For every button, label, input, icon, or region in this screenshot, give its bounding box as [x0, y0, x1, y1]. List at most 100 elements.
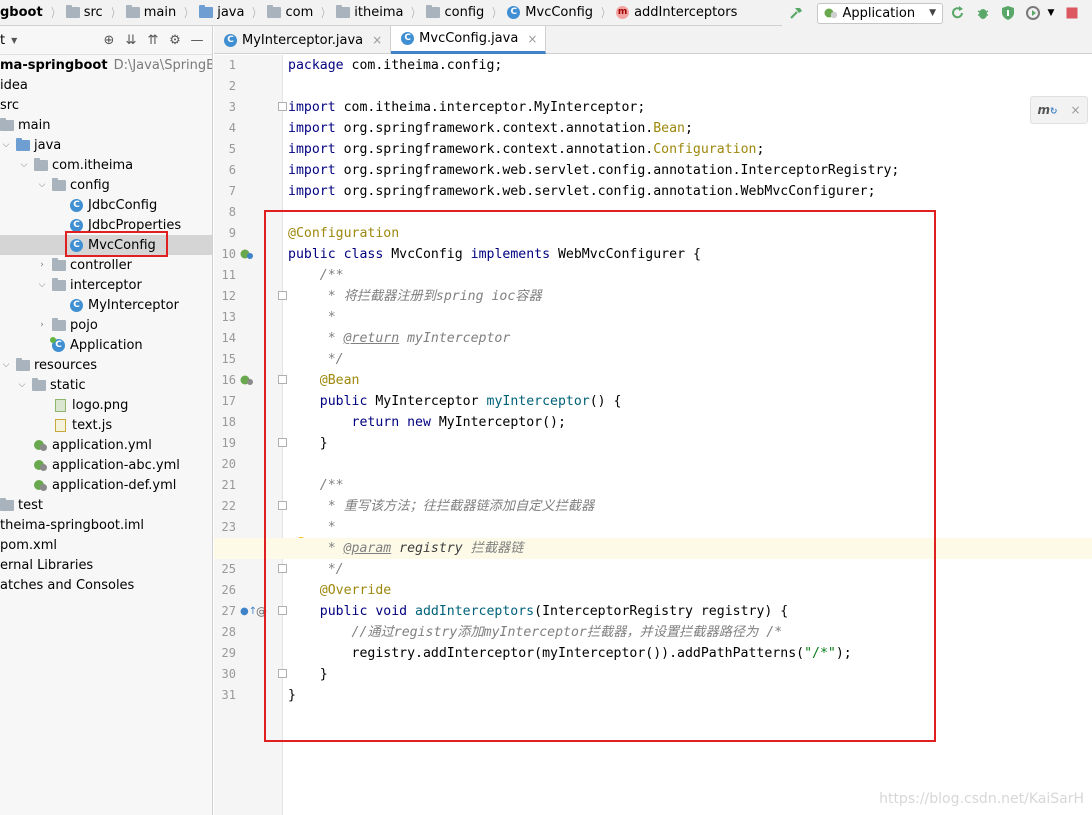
fold-marker-icon[interactable]: [278, 564, 287, 573]
project-panel-title[interactable]: t: [0, 33, 5, 48]
tree-item-interceptor[interactable]: ⌵ interceptor: [0, 275, 212, 295]
close-icon[interactable]: ×: [372, 33, 382, 47]
tree-item-test[interactable]: test: [0, 495, 212, 515]
tree-item-mvcconfig[interactable]: C MvcConfig: [0, 235, 212, 255]
close-icon[interactable]: ×: [1070, 103, 1080, 117]
tree-item-iml[interactable]: theima-springboot.iml: [0, 515, 212, 535]
tree-item-idea[interactable]: idea: [0, 75, 212, 95]
tree-item-application-def-yml[interactable]: application-def.yml: [0, 475, 212, 495]
tree-item-jdbcproperties[interactable]: C JdbcProperties: [0, 215, 212, 235]
profiler-icon[interactable]: [1023, 3, 1043, 23]
breadcrumb-src[interactable]: src: [65, 5, 103, 20]
tree-item-application[interactable]: C Application: [0, 335, 212, 355]
chevron-down-icon[interactable]: ▼: [11, 36, 17, 45]
maven-reload-icon[interactable]: m↻: [1037, 103, 1057, 117]
tree-item-text-js[interactable]: text.js: [0, 415, 212, 435]
code-text: ;: [685, 121, 693, 136]
close-icon[interactable]: ×: [527, 32, 537, 46]
fold-marker-icon[interactable]: [278, 438, 287, 447]
override-method-icon[interactable]: ●↑: [240, 601, 257, 622]
chevron-right-icon[interactable]: ›: [36, 320, 48, 330]
tree-item-myinterceptor[interactable]: C MyInterceptor: [0, 295, 212, 315]
breadcrumb-main[interactable]: main: [125, 5, 176, 20]
fold-marker-icon[interactable]: [278, 375, 287, 384]
chevron-down-icon[interactable]: ⌵: [16, 380, 28, 390]
tree-item-static[interactable]: ⌵ static: [0, 375, 212, 395]
coverage-shield-icon[interactable]: [998, 3, 1018, 23]
chevron-down-icon[interactable]: ⌵: [36, 180, 48, 190]
hide-panel-icon[interactable]: —: [186, 33, 208, 48]
folder-icon: [125, 5, 140, 18]
code-text: com.itheima.config;: [343, 58, 503, 73]
chevron-down-icon[interactable]: ⌵: [0, 140, 12, 150]
breadcrumb-project[interactable]: gboot: [0, 5, 43, 20]
image-file-icon: [55, 398, 66, 412]
tree-item-controller[interactable]: › controller: [0, 255, 212, 275]
tree-item-main[interactable]: main: [0, 115, 212, 135]
breadcrumb-itheima[interactable]: itheima: [336, 5, 403, 20]
chevron-down-icon[interactable]: ⌵: [18, 160, 30, 170]
fold-marker-icon[interactable]: [278, 669, 287, 678]
folder-icon: [32, 377, 46, 391]
breadcrumb-mvcconfig[interactable]: C MvcConfig: [507, 5, 593, 20]
tree-item-label: controller: [70, 257, 133, 273]
tree-item-logo-png[interactable]: logo.png: [0, 395, 212, 415]
gear-icon[interactable]: ⚙: [164, 33, 186, 48]
spring-boot-icon: [824, 8, 838, 19]
breadcrumb-method[interactable]: m addInterceptors: [616, 5, 737, 20]
breadcrumb-java[interactable]: java: [199, 5, 244, 20]
code-line: return new MyInterceptor();: [288, 412, 566, 433]
expand-all-icon[interactable]: ⇊: [120, 33, 142, 48]
line-number: 14: [221, 331, 236, 345]
at-annotation-icon[interactable]: @: [256, 601, 267, 622]
tree-item-label: ernal Libraries: [0, 557, 94, 573]
tree-item-application-abc-yml[interactable]: application-abc.yml: [0, 455, 212, 475]
locate-file-icon[interactable]: ⊕: [98, 33, 120, 48]
collapse-all-icon[interactable]: ⇈: [142, 33, 164, 48]
tab-mvcconfig[interactable]: C MvcConfig.java ×: [391, 26, 547, 54]
rerun-icon[interactable]: [948, 3, 968, 23]
chevron-right-icon[interactable]: ›: [36, 260, 48, 270]
spring-bean-gutter-icon[interactable]: [240, 244, 254, 265]
tree-item-label: application-def.yml: [52, 477, 177, 493]
tree-item-java[interactable]: ⌵ java: [0, 135, 212, 155]
code-line: @Override: [288, 583, 392, 598]
tree-item-resources[interactable]: ⌵ resources: [0, 355, 212, 375]
fold-marker-icon[interactable]: [278, 102, 287, 111]
fold-marker-icon[interactable]: [278, 606, 287, 615]
tree-item-application-yml[interactable]: application.yml: [0, 435, 212, 455]
tree-item-label: interceptor: [70, 277, 142, 293]
stop-icon[interactable]: [1062, 3, 1082, 23]
tree-item-config[interactable]: ⌵ config: [0, 175, 212, 195]
line-number: 29: [221, 646, 236, 660]
tab-myinterceptor[interactable]: C MyInterceptor.java ×: [214, 26, 392, 54]
tree-item-scratches[interactable]: atches and Consoles: [0, 575, 212, 595]
tree-item-src[interactable]: src: [0, 95, 212, 115]
code-line: *: [288, 310, 336, 325]
tree-item-external-libraries[interactable]: ernal Libraries: [0, 555, 212, 575]
run-configuration-dropdown[interactable]: Application ▼: [817, 2, 943, 24]
tab-label: MyInterceptor.java: [242, 32, 364, 48]
tree-item-label: application.yml: [52, 437, 152, 453]
breadcrumb-label: itheima: [354, 5, 404, 20]
breadcrumb-com[interactable]: com: [267, 5, 313, 20]
fold-marker-icon[interactable]: [278, 291, 287, 300]
debug-bug-icon[interactable]: [973, 3, 993, 23]
tree-item-label: config: [70, 177, 110, 193]
breadcrumb-config[interactable]: config: [426, 5, 484, 20]
tree-item-jdbcconfig[interactable]: C JdbcConfig: [0, 195, 212, 215]
tree-item-com-itheima[interactable]: ⌵ com.itheima: [0, 155, 212, 175]
code-line: *: [288, 520, 336, 535]
chevron-down-icon[interactable]: ⌵: [0, 360, 12, 370]
more-options-chevron-icon[interactable]: ▼: [1045, 3, 1057, 23]
spring-bean-gutter-icon[interactable]: [240, 370, 254, 391]
build-hammer-icon[interactable]: [787, 3, 807, 23]
tree-item-pom-xml[interactable]: pom.xml: [0, 535, 212, 555]
chevron-down-icon[interactable]: ⌵: [36, 280, 48, 290]
line-number: 10: [221, 247, 236, 261]
tree-item-pojo[interactable]: › pojo: [0, 315, 212, 335]
resources-folder-icon: [16, 357, 30, 371]
fold-marker-icon[interactable]: [278, 501, 287, 510]
tree-item-project-root[interactable]: ma-springboot D:\Java\SpringBoot\: [0, 55, 212, 75]
tree-item-label: java: [34, 137, 62, 153]
